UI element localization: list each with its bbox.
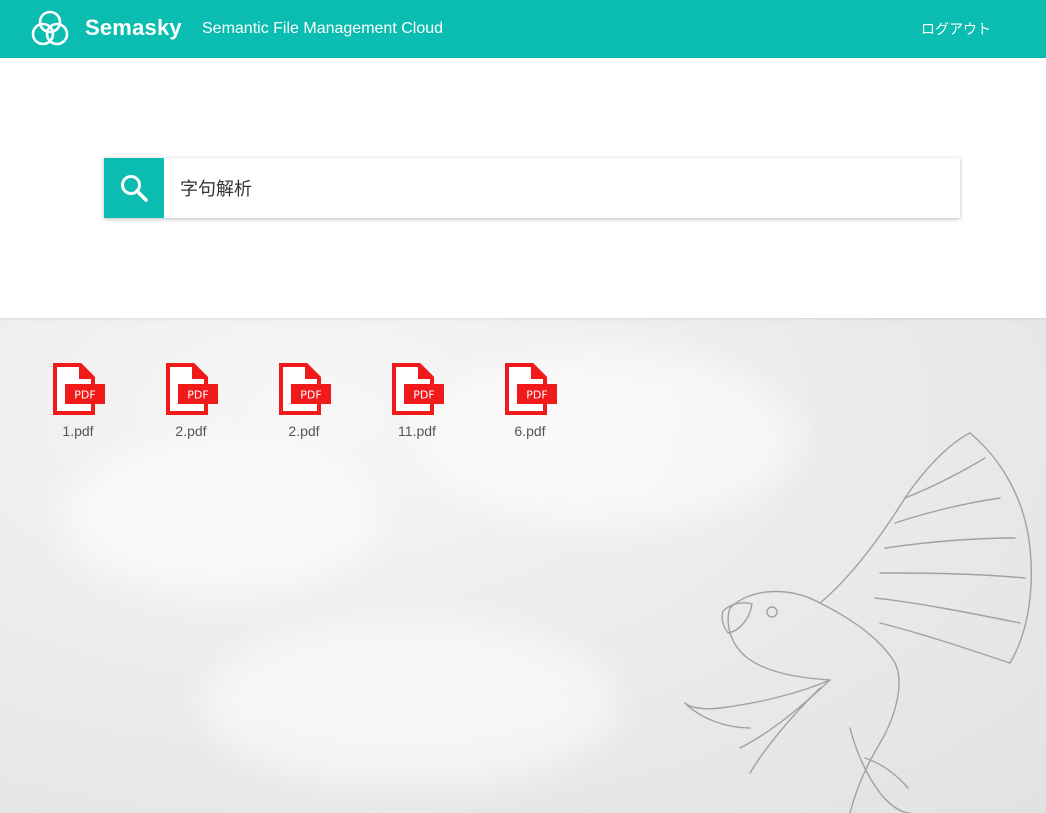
svg-text:PDF: PDF [413,389,434,402]
file-name: 2.pdf [288,423,320,439]
background-cloud [60,438,380,598]
file-name: 6.pdf [514,423,546,439]
file-item[interactable]: PDF 2.pdf [141,362,241,444]
file-item[interactable]: PDF 2.pdf [254,362,354,444]
file-item[interactable]: PDF 6.pdf [480,362,580,444]
pdf-file-icon: PDF [505,363,557,415]
pdf-file-icon: PDF [166,363,218,415]
pdf-file-icon: PDF [279,363,331,415]
svg-text:PDF: PDF [187,389,208,402]
file-name: 11.pdf [398,423,436,439]
svg-text:PDF: PDF [526,389,547,402]
svg-text:PDF: PDF [300,389,321,402]
search-bar [104,158,960,218]
search-input[interactable] [164,158,944,218]
brand-name[interactable]: Semasky [85,14,182,42]
results-area: PDF 1.pdf PDF 2.pdf PDF 2.pdf PDF 11.pdf… [0,318,1046,813]
file-name: 2.pdf [175,423,207,439]
bird-illustration [684,432,1032,813]
pdf-file-icon: PDF [392,363,444,415]
top-bar: Semasky Semantic File Management Cloud ロ… [0,0,1046,58]
search-icon [121,175,148,202]
background-cloud [200,618,620,788]
file-item[interactable]: PDF 1.pdf [28,362,128,444]
semasky-logo-icon[interactable] [30,9,70,49]
tagline: Semantic File Management Cloud [202,20,444,37]
search-button[interactable] [104,158,164,218]
svg-text:PDF: PDF [74,389,95,402]
file-item[interactable]: PDF 11.pdf [367,362,467,444]
pdf-file-icon: PDF [53,363,105,415]
file-name: 1.pdf [62,423,94,439]
logout-link[interactable]: ログアウト [921,19,991,39]
search-section [0,58,1046,318]
